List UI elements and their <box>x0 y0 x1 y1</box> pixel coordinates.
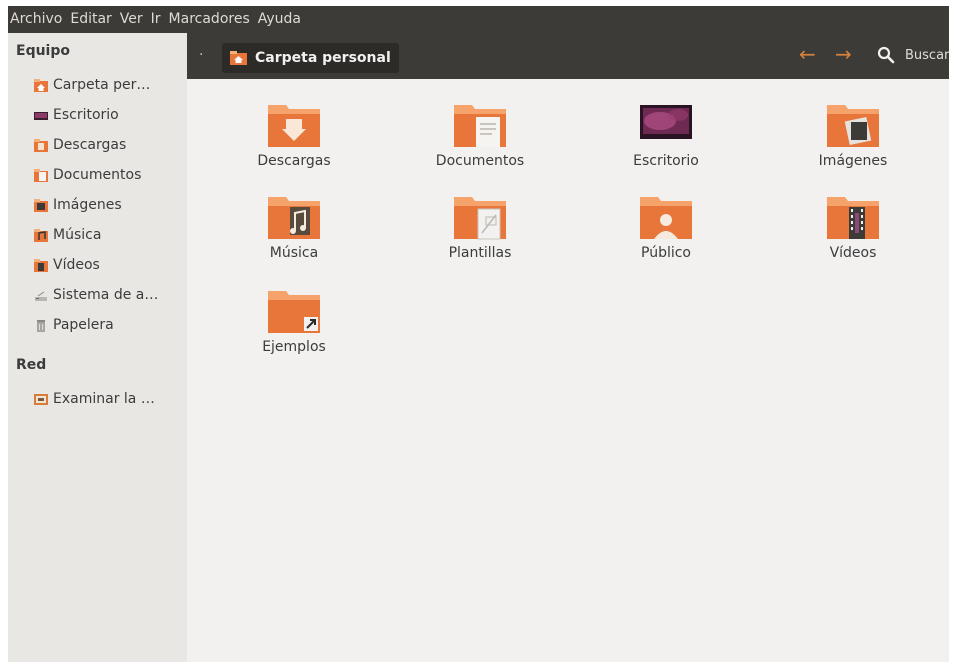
sidebar-item-label: Vídeos <box>53 257 100 273</box>
sidebar: Equipo Carpeta per… Escritorio Descargas… <box>8 33 187 662</box>
sidebar-item-documentos[interactable]: Documentos <box>34 163 184 187</box>
file-name: Plantillas <box>448 245 512 261</box>
pictures-folder-icon <box>825 101 881 149</box>
menu-ver[interactable]: Ver <box>116 6 147 33</box>
toolbar: · Carpeta personal ← → Buscar <box>187 33 949 79</box>
file-item-musica[interactable]: Música <box>210 193 370 277</box>
file-view: Descargas Documentos Escritorio Imágenes… <box>187 79 949 662</box>
home-folder-icon <box>34 78 48 92</box>
menu-marcadores[interactable]: Marcadores <box>165 6 254 33</box>
music-folder-icon <box>34 228 48 242</box>
file-item-descargas[interactable]: Descargas <box>210 101 370 185</box>
sidebar-item-home[interactable]: Carpeta per… <box>34 73 184 97</box>
history-dot-icon[interactable]: · <box>199 47 203 63</box>
file-item-escritorio[interactable]: Escritorio <box>582 101 742 185</box>
breadcrumb[interactable]: Carpeta personal <box>222 43 399 73</box>
forward-arrow-icon[interactable]: → <box>835 44 852 64</box>
back-arrow-icon[interactable]: ← <box>799 44 816 64</box>
documents-folder-icon <box>452 101 508 149</box>
file-name: Escritorio <box>633 153 699 169</box>
file-manager-window: Archivo Editar Ver Ir Marcadores Ayuda E… <box>8 6 949 662</box>
file-item-publico[interactable]: Público <box>582 193 742 277</box>
sidebar-item-label: Escritorio <box>53 107 119 123</box>
menu-archivo[interactable]: Archivo <box>8 6 66 33</box>
file-name: Descargas <box>257 153 331 169</box>
examples-folder-icon <box>266 287 322 335</box>
sidebar-item-escritorio[interactable]: Escritorio <box>34 103 184 127</box>
file-name: Ejemplos <box>262 339 326 355</box>
menu-ayuda[interactable]: Ayuda <box>254 6 305 33</box>
documents-folder-icon <box>34 168 48 182</box>
videos-folder-icon <box>34 258 48 272</box>
music-folder-icon <box>266 193 322 241</box>
sidebar-item-label: Música <box>53 227 102 243</box>
file-item-imagenes[interactable]: Imágenes <box>769 101 929 185</box>
file-item-videos[interactable]: Vídeos <box>769 193 929 277</box>
desktop-icon <box>34 109 48 122</box>
pictures-folder-icon <box>34 198 48 212</box>
trash-icon <box>34 319 48 332</box>
search-button-label[interactable]: Buscar <box>905 48 949 63</box>
sidebar-item-network[interactable]: Examinar la … <box>34 387 184 411</box>
sidebar-item-label: Descargas <box>53 137 127 153</box>
sidebar-item-musica[interactable]: Música <box>34 223 184 247</box>
file-item-ejemplos[interactable]: Ejemplos <box>210 287 370 371</box>
file-name: Vídeos <box>829 245 877 261</box>
search-icon[interactable] <box>876 45 896 65</box>
home-folder-icon <box>230 51 247 65</box>
sidebar-item-label: Carpeta per… <box>53 77 151 93</box>
file-name: Documentos <box>435 153 525 169</box>
sidebar-item-imagenes[interactable]: Imágenes <box>34 193 184 217</box>
breadcrumb-label: Carpeta personal <box>255 50 391 66</box>
file-name: Imágenes <box>818 153 888 169</box>
sidebar-item-videos[interactable]: Vídeos <box>34 253 184 277</box>
sidebar-item-label: Imágenes <box>53 197 122 213</box>
menu-bar: Archivo Editar Ver Ir Marcadores Ayuda <box>8 6 949 33</box>
sidebar-item-filesystem[interactable]: Sistema de a… <box>34 283 184 307</box>
network-icon <box>34 393 48 406</box>
sidebar-item-descargas[interactable]: Descargas <box>34 133 184 157</box>
sidebar-item-papelera[interactable]: Papelera <box>34 313 184 337</box>
file-item-documentos[interactable]: Documentos <box>396 101 556 185</box>
menu-ir[interactable]: Ir <box>147 6 165 33</box>
sidebar-item-label: Sistema de a… <box>53 287 159 303</box>
videos-folder-icon <box>825 193 881 241</box>
sidebar-item-label: Examinar la … <box>53 391 155 407</box>
file-item-plantillas[interactable]: Plantillas <box>396 193 556 277</box>
downloads-folder-icon <box>34 138 48 152</box>
sidebar-heading-red: Red <box>16 357 47 373</box>
sidebar-heading-equipo: Equipo <box>16 43 70 59</box>
file-name: Música <box>269 245 319 261</box>
public-folder-icon <box>638 193 694 241</box>
templates-folder-icon <box>452 193 508 241</box>
menu-editar[interactable]: Editar <box>66 6 115 33</box>
downloads-folder-icon <box>266 101 322 149</box>
desktop-icon <box>638 101 694 149</box>
sidebar-item-label: Papelera <box>53 317 114 333</box>
filesystem-icon <box>34 289 48 302</box>
file-name: Público <box>641 245 691 261</box>
sidebar-item-label: Documentos <box>53 167 142 183</box>
